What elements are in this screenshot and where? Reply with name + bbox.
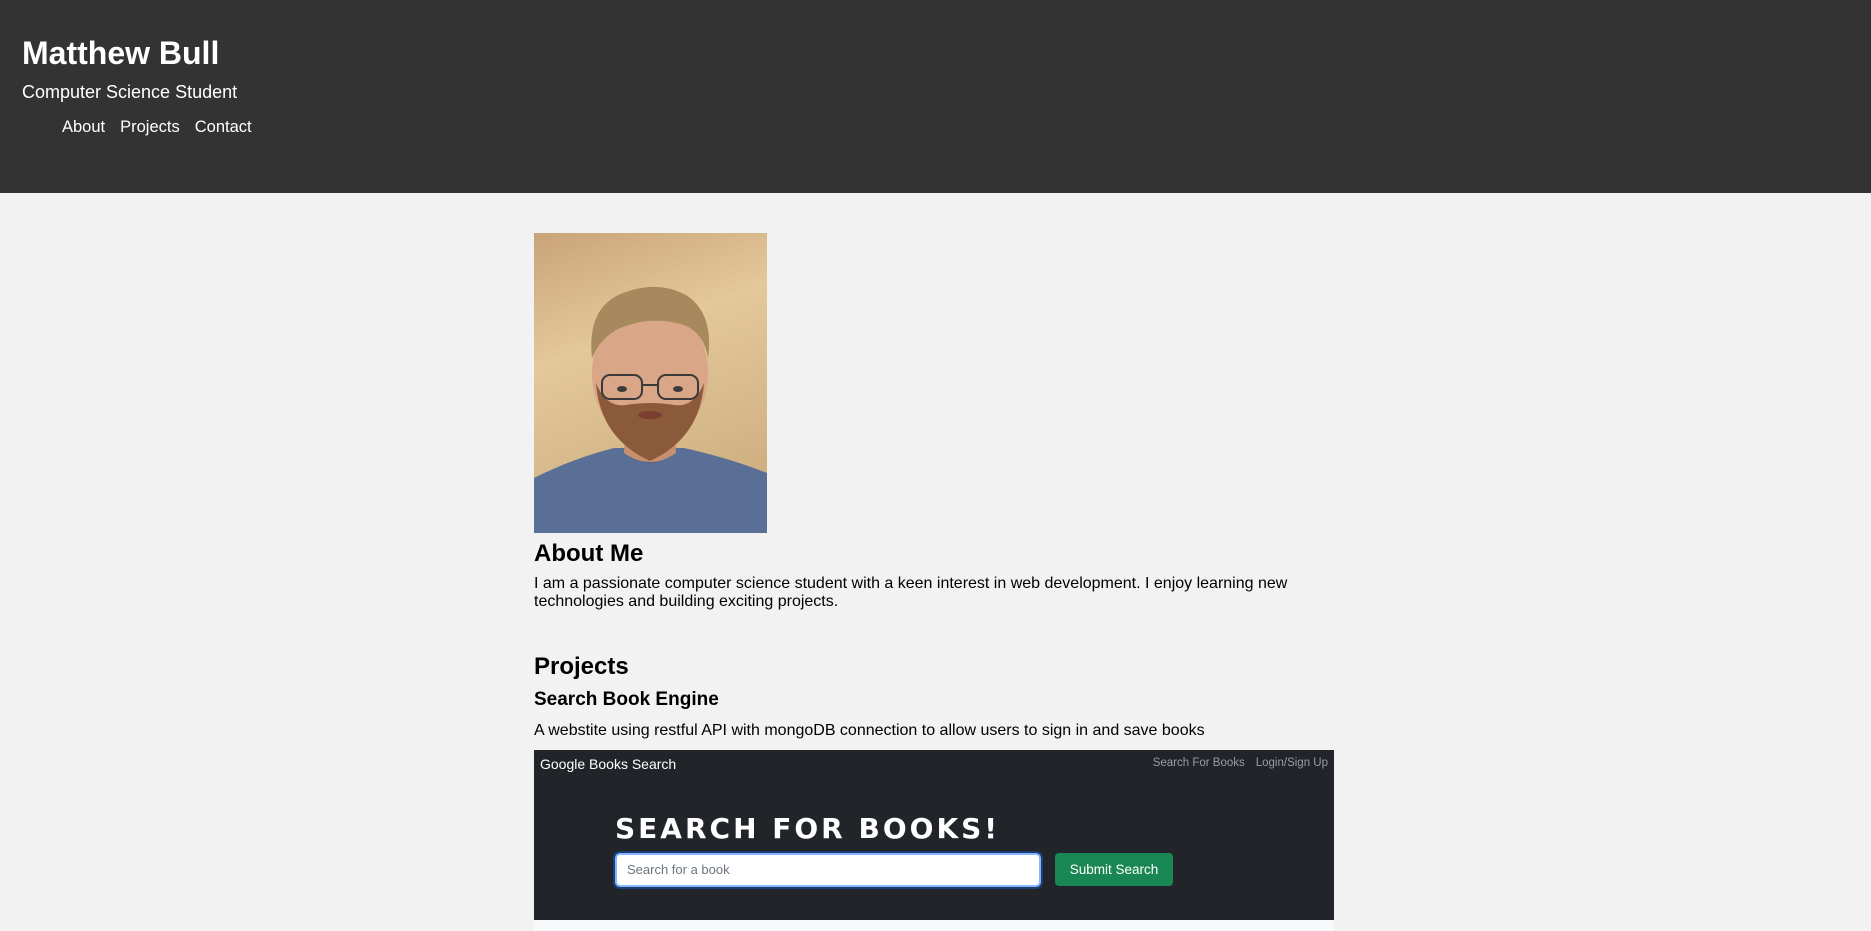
screenshot-nav: Search For Books Login/Sign Up — [1153, 755, 1328, 771]
profile-photo — [534, 233, 767, 533]
screenshot-brand: Google Books Search — [540, 756, 677, 772]
profile-photo-illustration — [534, 286, 767, 533]
screenshot-search-input: Search for a book — [615, 853, 1041, 887]
screenshot-nav-login: Login/Sign Up — [1255, 757, 1328, 769]
about-text: I am a passionate computer science stude… — [534, 575, 1288, 610]
projects-heading: Projects — [534, 653, 629, 680]
main-nav: About Projects Contact — [62, 115, 267, 139]
site-title: Matthew Bull — [22, 35, 220, 71]
nav-link-about[interactable]: About — [62, 115, 105, 139]
screenshot-app-page: Google Books Search Search For Books Log… — [534, 750, 1334, 920]
project-title: Search Book Engine — [534, 689, 719, 710]
screenshot-heading: SEARCH FOR BOOKS! — [615, 812, 1001, 845]
about-heading: About Me — [534, 540, 644, 567]
site-subtitle: Computer Science Student — [22, 82, 238, 102]
screenshot-submit-button: Submit Search — [1055, 853, 1173, 886]
project-description: A webstite using restful API with mongoD… — [534, 722, 1205, 739]
project-screenshot[interactable]: Google Books Search Search For Books Log… — [534, 750, 1334, 931]
nav-link-contact[interactable]: Contact — [195, 115, 252, 139]
screenshot-nav-search: Search For Books — [1152, 757, 1245, 769]
site-header: Matthew Bull Computer Science Student Ab… — [0, 0, 1871, 193]
nav-link-projects[interactable]: Projects — [120, 115, 180, 139]
